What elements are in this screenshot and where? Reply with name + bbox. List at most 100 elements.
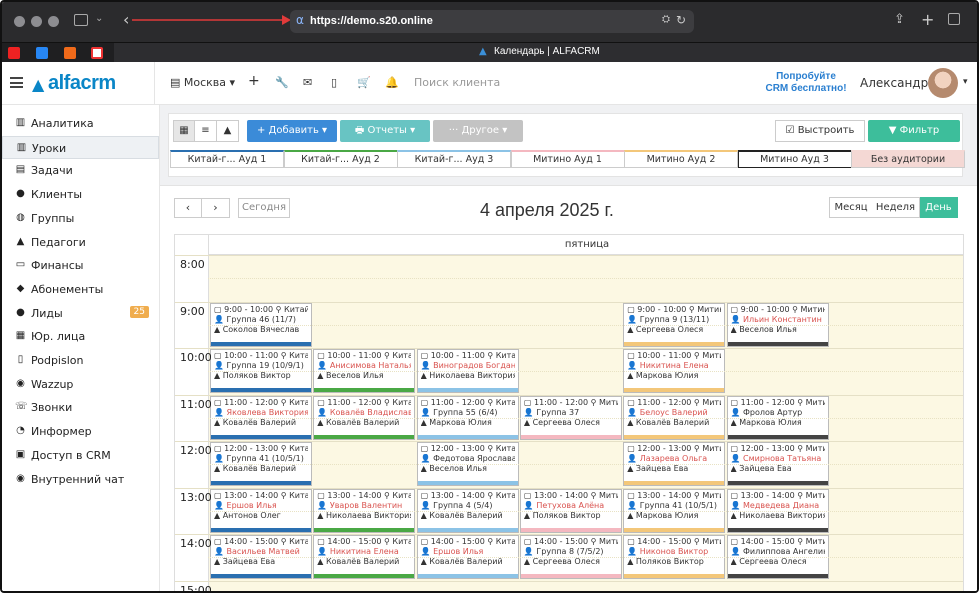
view-week-button[interactable]: Неделя <box>872 197 920 218</box>
sidebar-item[interactable]: ▭ Финансы <box>2 254 159 277</box>
new-tab-icon[interactable]: + <box>921 10 934 29</box>
user-name[interactable]: Александра <box>860 76 936 90</box>
tab-overview-icon[interactable] <box>948 13 960 25</box>
view-month-button[interactable]: Месяц <box>829 197 873 218</box>
event-time: ▢ 10:00 - 11:00 ⚲ Китай-гор <box>214 351 308 360</box>
zoom-window-dot[interactable] <box>48 16 59 27</box>
event-title: 👤 Ковалёв Владислав <box>317 407 412 417</box>
sidebar-item[interactable]: ▣ Доступ в CRM <box>2 444 159 467</box>
minimize-window-dot[interactable] <box>31 16 42 27</box>
event-teacher: ▲ Николаева Виктория <box>317 510 412 520</box>
sidebar-item[interactable]: ☏ Звонки <box>2 396 159 419</box>
menu-icon[interactable] <box>10 77 23 88</box>
chevron-down-icon[interactable]: ▾ <box>963 77 968 87</box>
sidebar-item[interactable]: ◔ Информер <box>2 420 159 443</box>
add-icon[interactable]: + <box>248 73 260 89</box>
event-teacher: ▲ Антонов Олег <box>214 510 281 520</box>
sidebar-item[interactable]: ▲ Педагоги <box>2 231 159 254</box>
sidebar-item[interactable]: ● Клиенты <box>2 183 159 206</box>
sidebar-item[interactable]: ● Лиды 25 <box>2 302 159 325</box>
event-title: 👤 Ильин Константин <box>730 314 822 324</box>
filter-button[interactable]: ▼ Фильтр <box>868 120 960 142</box>
prev-icon[interactable]: ‹ <box>174 198 202 218</box>
browser-window: ⌄ ‹ α https://demo.s20.online ⛭ ↻ ⇪ + ▲ … <box>0 0 979 593</box>
back-arrow-icon[interactable]: ‹ <box>123 10 129 29</box>
cart-icon[interactable]: 🛒 <box>357 76 371 89</box>
vk-favicon-icon[interactable] <box>36 47 48 59</box>
sidebar-item-label: Лиды <box>31 306 63 320</box>
event-title: 👤 Группа 8 (7/5/2) <box>523 547 604 556</box>
app-header: ▲ alfacrm ▤ Москва ▾ + 🔧 ✉ ▯ 🛒 🔔 Поиск к… <box>2 62 977 105</box>
bell-icon[interactable]: 🔔 <box>385 76 399 89</box>
sidebar-item-label: Информер <box>31 425 92 439</box>
share-icon[interactable]: ⇪ <box>894 12 905 27</box>
room-color-bar <box>727 341 828 346</box>
event-teacher: ▲ Ковалёв Валерий <box>420 510 503 520</box>
sidebar-item-label: Задачи <box>31 164 73 178</box>
wrench-icon[interactable]: 🔧 <box>275 76 289 89</box>
youtube-favicon-icon[interactable] <box>8 47 20 59</box>
event-time: ▢ 11:00 - 12:00 ⚲ Китай-гор <box>214 397 308 407</box>
room-filter[interactable]: Китай-г... Ауд 3 <box>397 150 511 168</box>
event-time: ▢ 14:00 - 15:00 ⚲ Китай-гор <box>420 537 515 546</box>
room-filter[interactable]: Митино Ауд 1 <box>510 150 625 168</box>
sidebar-item[interactable]: ◍ Группы <box>2 207 159 230</box>
next-icon[interactable]: › <box>202 198 230 218</box>
close-window-dot[interactable] <box>14 16 25 27</box>
app-favicon-icon[interactable] <box>64 47 76 59</box>
sidebar-item-label: Wazzup <box>31 377 74 391</box>
sidebar-item[interactable]: ▥ Аналитика <box>2 112 159 135</box>
sidebar-item-label: Юр. лица <box>31 330 86 344</box>
add-button[interactable]: + Добавить ▾ <box>247 120 337 142</box>
address-bar[interactable]: α https://demo.s20.online ⛭ ↻ <box>290 10 694 33</box>
annotation-arrow-icon <box>132 15 291 25</box>
sidebar-item[interactable]: ▯ Podpislon <box>2 349 159 372</box>
avatar[interactable] <box>928 68 958 98</box>
calendar-view-icon[interactable]: ▦ <box>173 120 195 142</box>
event-teacher: ▲ Ковалёв Валерий <box>420 557 503 566</box>
room-filter[interactable]: Китай-г... Ауд 2 <box>283 150 398 168</box>
room-filter[interactable]: Китай-г... Ауд 1 <box>170 150 284 168</box>
app-logo[interactable]: alfacrm <box>48 72 116 95</box>
event-teacher: ▲ Ковалёв Валерий <box>214 464 297 473</box>
time-label: 14:00 <box>180 537 212 550</box>
list-view-icon[interactable]: ≡ <box>195 120 217 142</box>
room-filter[interactable]: Без аудитории <box>851 150 965 168</box>
active-tab[interactable]: ▲ Календарь | ALFACRM <box>114 43 977 63</box>
align-button[interactable]: ☑ Выстроить <box>775 120 865 142</box>
reload-icon[interactable]: ↻ <box>676 13 686 27</box>
sidebar-toggle-icon[interactable] <box>74 14 88 26</box>
event-title: 👤 Группа 4 (5/4) <box>420 500 493 510</box>
mail-icon[interactable]: ✉ <box>303 76 312 89</box>
gmail-favicon-icon[interactable] <box>91 47 103 59</box>
cap-icon: ▲ <box>16 235 25 247</box>
event-teacher: ▲ Веселов Илья <box>420 464 487 473</box>
event-teacher: ▲ Николаева Виктория <box>730 510 825 520</box>
event-time: ▢ 10:00 - 11:00 ⚲ Митино Ау <box>627 351 721 360</box>
sidebar-item[interactable]: ◆ Абонементы <box>2 278 159 301</box>
sidebar-item[interactable]: ▥ Уроки <box>2 135 159 159</box>
event-time: ▢ 14:00 - 15:00 ⚲ Митино Ау <box>523 537 618 546</box>
sidebar-item[interactable]: ◉ Wazzup <box>2 373 159 396</box>
sidebar-item[interactable]: ▦ Юр. лица <box>2 325 159 348</box>
mobile-icon[interactable]: ▯ <box>331 76 337 89</box>
event-teacher: ▲ Сергеева Олеся <box>523 417 600 427</box>
branch-selector[interactable]: ▤ Москва ▾ <box>170 76 235 89</box>
event-title: 👤 Группа 19 (10/9/1) <box>214 361 304 370</box>
today-button[interactable]: Сегодня <box>238 198 290 218</box>
room-filter[interactable]: Митино Ауд 3 <box>737 150 852 168</box>
cap-view-icon[interactable]: ▲ <box>217 120 239 142</box>
sidebar-item[interactable]: ▤ Задачи <box>2 159 159 182</box>
chevron-down-icon[interactable]: ⌄ <box>95 13 103 24</box>
other-button[interactable]: ··· Другое ▾ <box>433 120 523 142</box>
promo-link[interactable]: Попробуйте CRM бесплатно! <box>762 71 850 95</box>
day-body[interactable]: ▢ 9:00 - 10:00 ⚲ Китай-гор👤 Группа 46 (1… <box>208 255 963 591</box>
event-title: 👤 Лазарева Ольга <box>627 454 708 463</box>
event-title: 👤 Никонов Виктор <box>627 547 709 556</box>
search-input[interactable]: Поиск клиента <box>414 76 500 89</box>
sidebar-item[interactable]: ◉ Внутренний чат <box>2 468 159 491</box>
room-filter[interactable]: Митино Ауд 2 <box>624 150 738 168</box>
reports-button[interactable]: 🖶 Отчеты ▾ <box>340 120 430 142</box>
translate-icon[interactable]: ⛭ <box>662 14 670 25</box>
view-day-button[interactable]: День <box>920 197 958 218</box>
